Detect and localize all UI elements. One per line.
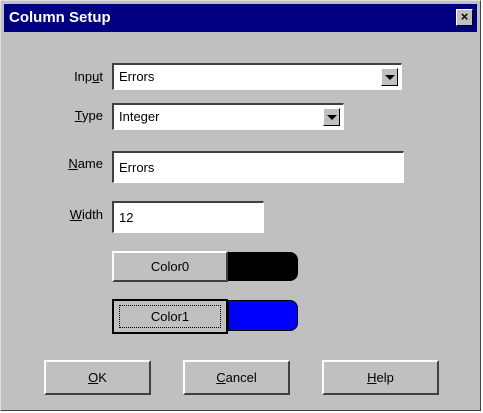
width-field[interactable]: 12 bbox=[112, 201, 264, 233]
chevron-down-icon[interactable] bbox=[323, 108, 340, 126]
column-setup-dialog: Column Setup × Input Errors Type Integer… bbox=[0, 0, 481, 411]
type-select[interactable]: Integer bbox=[112, 103, 344, 130]
type-select-value: Integer bbox=[119, 109, 160, 124]
width-label: Width bbox=[69, 207, 103, 222]
input-select[interactable]: Errors bbox=[112, 63, 402, 90]
name-label: Name bbox=[68, 156, 103, 171]
name-field-value: Errors bbox=[119, 160, 155, 175]
close-icon: × bbox=[460, 9, 469, 24]
cancel-button[interactable]: Cancel bbox=[183, 360, 290, 395]
color0-swatch bbox=[228, 252, 298, 281]
color1-swatch bbox=[228, 300, 298, 331]
focus-indicator bbox=[119, 305, 221, 328]
help-button[interactable]: Help bbox=[322, 360, 439, 395]
chevron-down-icon[interactable] bbox=[381, 68, 398, 86]
type-label: Type bbox=[74, 108, 103, 123]
color1-button[interactable]: Color1 bbox=[112, 299, 228, 334]
ok-button[interactable]: OK bbox=[44, 360, 151, 395]
width-field-value: 12 bbox=[119, 210, 134, 225]
color0-button[interactable]: Color0 bbox=[112, 251, 228, 282]
color0-label: Color0 bbox=[150, 259, 190, 274]
close-button[interactable]: × bbox=[456, 9, 473, 26]
title-bar[interactable]: Column Setup × bbox=[4, 4, 477, 32]
name-field[interactable]: Errors bbox=[112, 151, 404, 183]
input-select-value: Errors bbox=[119, 69, 155, 84]
dialog-title: Column Setup bbox=[9, 9, 111, 26]
input-label: Input bbox=[74, 69, 103, 84]
